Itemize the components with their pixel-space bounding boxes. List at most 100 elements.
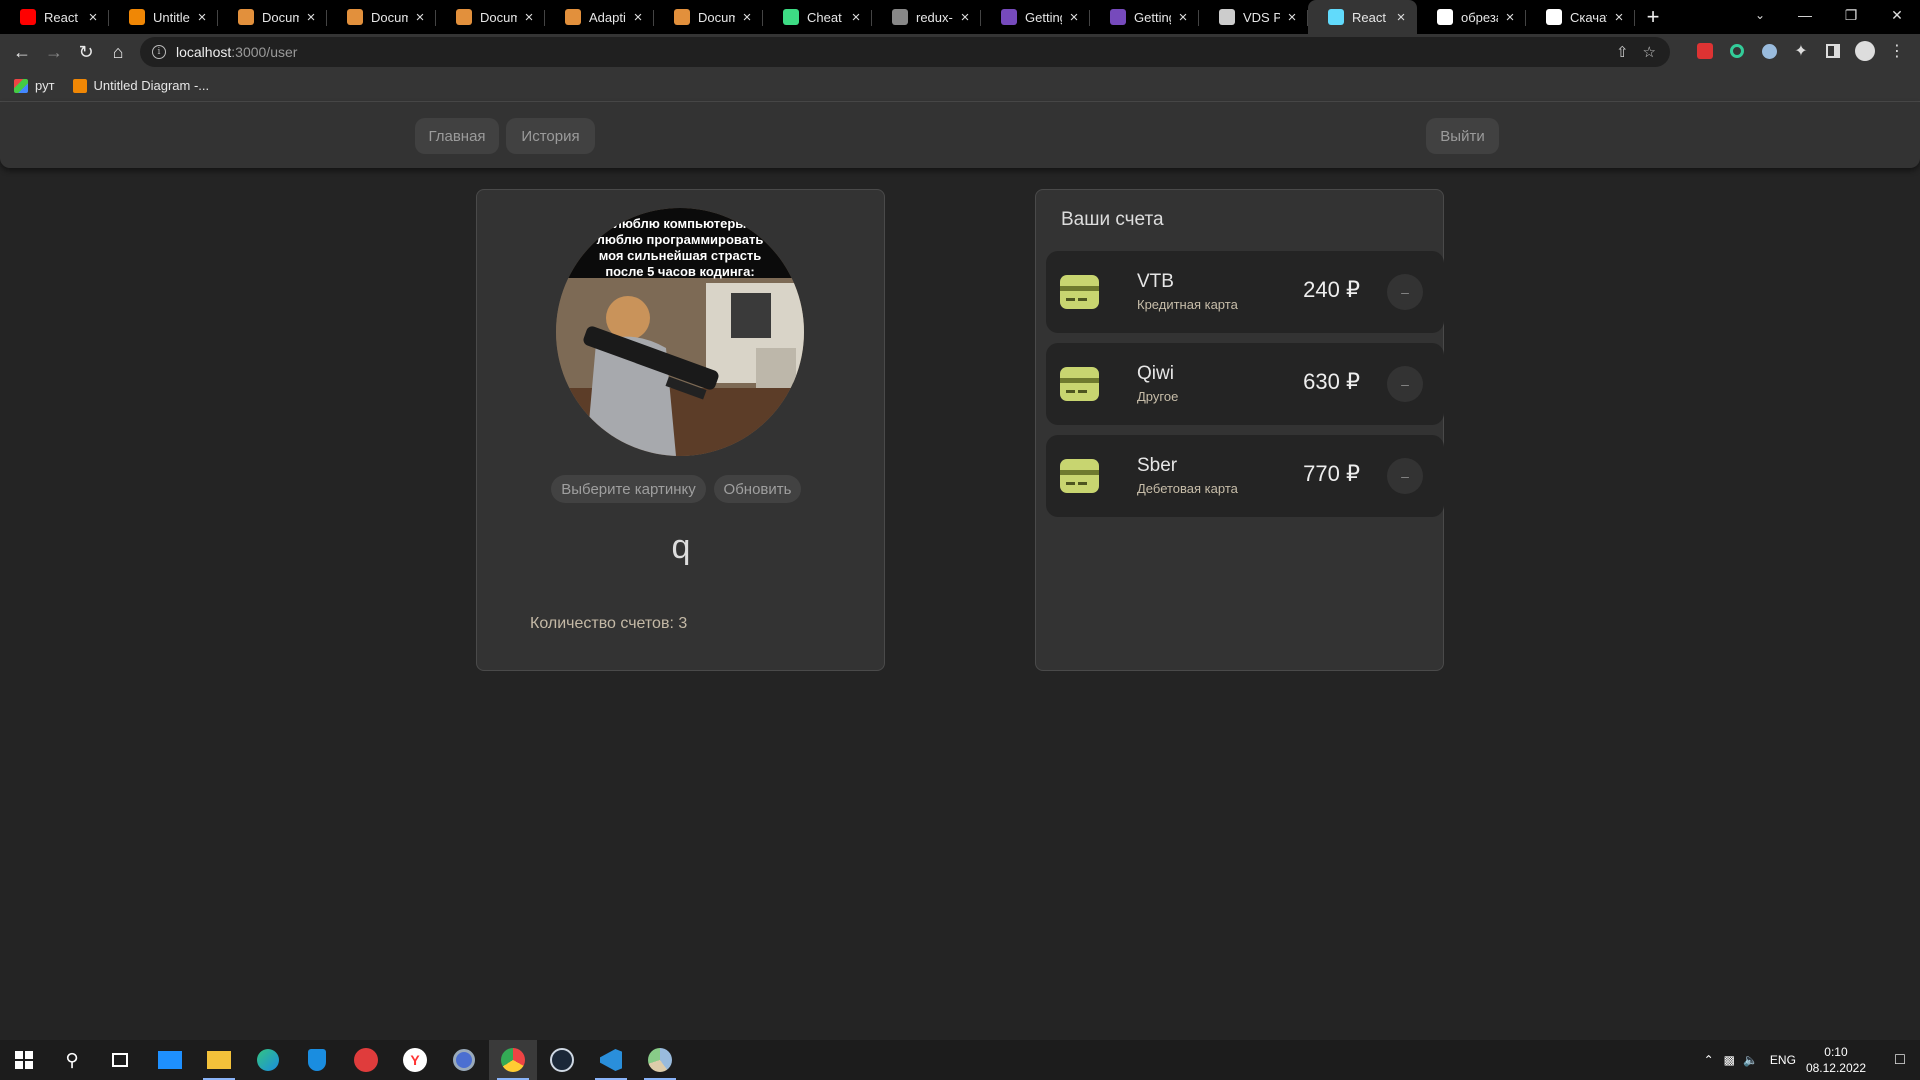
account-item[interactable]: VTB Кредитная карта 240 ₽ – — [1046, 251, 1444, 333]
extension-green-icon[interactable] — [1726, 40, 1748, 62]
nav-history-button[interactable]: История — [506, 118, 595, 154]
windows-start-icon[interactable] — [0, 1040, 48, 1080]
browser-tab[interactable]: Cheat Sh× — [763, 0, 872, 34]
browser-tab[interactable]: VDS Pan× — [1199, 0, 1308, 34]
bookmark-item[interactable]: Untitled Diagram -... — [72, 78, 209, 93]
browser-tab[interactable]: React Ap× — [1308, 0, 1417, 34]
close-tab-icon[interactable]: × — [85, 9, 101, 26]
tab-search-chevron-icon[interactable]: ⌄ — [1746, 0, 1774, 30]
system-tray: ⌃ ▩ 🔈 ENG 0:10 08.12.2022 □ — [1704, 1040, 1920, 1080]
site-info-icon[interactable]: i — [152, 45, 166, 59]
account-amount: 770 ₽ — [1303, 461, 1360, 486]
yandex-browser-icon[interactable]: Y — [391, 1040, 439, 1080]
puzzle-colored-icon — [14, 78, 28, 93]
browser-tab[interactable]: Docume× — [654, 0, 763, 34]
browser-tab[interactable]: Docume× — [327, 0, 436, 34]
logout-button[interactable]: Выйти — [1426, 118, 1499, 154]
avatar-caption-line: люблю программировать — [596, 232, 764, 247]
home-icon[interactable]: ⌂ — [102, 36, 134, 68]
bookmark-label: рут — [35, 78, 55, 93]
browser-tab[interactable]: Скачать× — [1526, 0, 1635, 34]
close-tab-icon[interactable]: × — [521, 9, 537, 26]
tab-title: Adaptive — [589, 9, 626, 25]
close-tab-icon[interactable]: × — [1284, 9, 1300, 26]
close-tab-icon[interactable]: × — [630, 9, 646, 26]
mail-icon[interactable] — [146, 1040, 194, 1080]
nav-home-button[interactable]: Главная — [415, 118, 499, 154]
close-tab-icon[interactable]: × — [957, 9, 973, 26]
back-arrow-icon[interactable]: ← — [6, 36, 38, 68]
network-icon[interactable]: ▩ — [1724, 1053, 1735, 1067]
app-colorful-icon[interactable] — [636, 1040, 684, 1080]
new-tab-button[interactable]: + — [1635, 0, 1671, 34]
close-tab-icon[interactable]: × — [1175, 9, 1191, 26]
notifications-icon[interactable]: □ — [1880, 1051, 1920, 1069]
browser-tab[interactable]: Adaptive× — [545, 0, 654, 34]
account-amount: 240 ₽ — [1303, 277, 1360, 302]
gta-icon[interactable] — [342, 1040, 390, 1080]
close-tab-icon[interactable]: × — [848, 9, 864, 26]
defender-shield-icon[interactable] — [293, 1040, 341, 1080]
extension-blue-icon[interactable] — [1758, 40, 1780, 62]
extensions-puzzle-icon[interactable]: ✦ — [1790, 40, 1812, 62]
browser-tab[interactable]: обрезат× — [1417, 0, 1526, 34]
browser-tab[interactable]: Docume× — [436, 0, 545, 34]
task-view-icon[interactable] — [96, 1040, 144, 1080]
close-tab-icon[interactable]: × — [1066, 9, 1082, 26]
tray-chevron-up-icon[interactable]: ⌃ — [1704, 1053, 1714, 1067]
accounts-count: Количество счетов: 3 — [530, 615, 688, 632]
vscode-icon[interactable] — [587, 1040, 635, 1080]
bookmark-item[interactable]: рут — [14, 78, 55, 93]
close-tab-icon[interactable]: × — [194, 9, 210, 26]
avatar: люблю компьютеры люблю программировать м… — [556, 208, 804, 456]
forward-arrow-icon[interactable]: → — [38, 36, 70, 68]
restore-icon[interactable]: ❐ — [1828, 0, 1874, 30]
extension-red-icon[interactable] — [1694, 40, 1716, 62]
browser-tab[interactable]: Docume× — [218, 0, 327, 34]
steam-icon[interactable] — [538, 1040, 586, 1080]
tab-title: Getting — [1134, 9, 1171, 25]
search-icon[interactable]: ⚲ — [48, 1040, 96, 1080]
account-item[interactable]: Sber Дебетовая карта 770 ₽ – — [1046, 435, 1444, 517]
close-tab-icon[interactable]: × — [1502, 9, 1518, 26]
file-explorer-icon[interactable] — [195, 1040, 243, 1080]
account-item[interactable]: Qiwi Другое 630 ₽ – — [1046, 343, 1444, 425]
remove-account-button[interactable]: – — [1387, 458, 1423, 494]
profile-avatar-icon[interactable] — [1854, 40, 1876, 62]
share-icon[interactable]: ⇧ — [1616, 43, 1629, 61]
menu-kebab-icon[interactable]: ⋮ — [1886, 40, 1908, 62]
account-type: Другое — [1137, 389, 1179, 404]
edge-icon[interactable] — [244, 1040, 292, 1080]
app-blue-circle-icon[interactable] — [440, 1040, 488, 1080]
close-tab-icon[interactable]: × — [412, 9, 428, 26]
browser-tab[interactable]: React Re× — [0, 0, 109, 34]
close-tab-icon[interactable]: × — [1393, 9, 1409, 26]
volume-icon[interactable]: 🔈 — [1743, 1053, 1758, 1067]
update-button[interactable]: Обновить — [714, 475, 801, 503]
close-tab-icon[interactable]: × — [739, 9, 755, 26]
browser-tab[interactable]: Untitled× — [109, 0, 218, 34]
remove-account-button[interactable]: – — [1387, 366, 1423, 402]
browser-tab[interactable]: Getting× — [1090, 0, 1199, 34]
side-panel-icon[interactable] — [1822, 40, 1844, 62]
reload-icon[interactable]: ↻ — [70, 36, 102, 68]
clock[interactable]: 0:10 08.12.2022 — [1806, 1044, 1866, 1076]
username: q — [671, 528, 691, 566]
browser-tab[interactable]: redux-d× — [872, 0, 981, 34]
address-bar[interactable]: i localhost:3000/user ⇧ ☆ — [140, 37, 1670, 67]
avatar-caption-line: после 5 часов кодинга: — [605, 264, 755, 279]
remove-account-button[interactable]: – — [1387, 274, 1423, 310]
close-tab-icon[interactable]: × — [303, 9, 319, 26]
close-tab-icon[interactable]: × — [1611, 9, 1627, 26]
tab-title: Docume — [698, 9, 735, 25]
avatar-caption: люблю компьютеры люблю программировать м… — [556, 216, 804, 280]
google-icon — [1437, 9, 1453, 25]
chrome-icon[interactable] — [489, 1040, 537, 1080]
close-window-icon[interactable]: ✕ — [1874, 0, 1920, 30]
language-indicator[interactable]: ENG — [1770, 1053, 1796, 1067]
choose-picture-button[interactable]: Выберите картинку — [551, 475, 706, 503]
minimize-icon[interactable]: — — [1782, 0, 1828, 30]
browser-tab[interactable]: Getting× — [981, 0, 1090, 34]
bookmark-star-icon[interactable]: ☆ — [1643, 43, 1656, 61]
avatar-caption-line: моя сильнейшая страсть — [598, 248, 762, 263]
